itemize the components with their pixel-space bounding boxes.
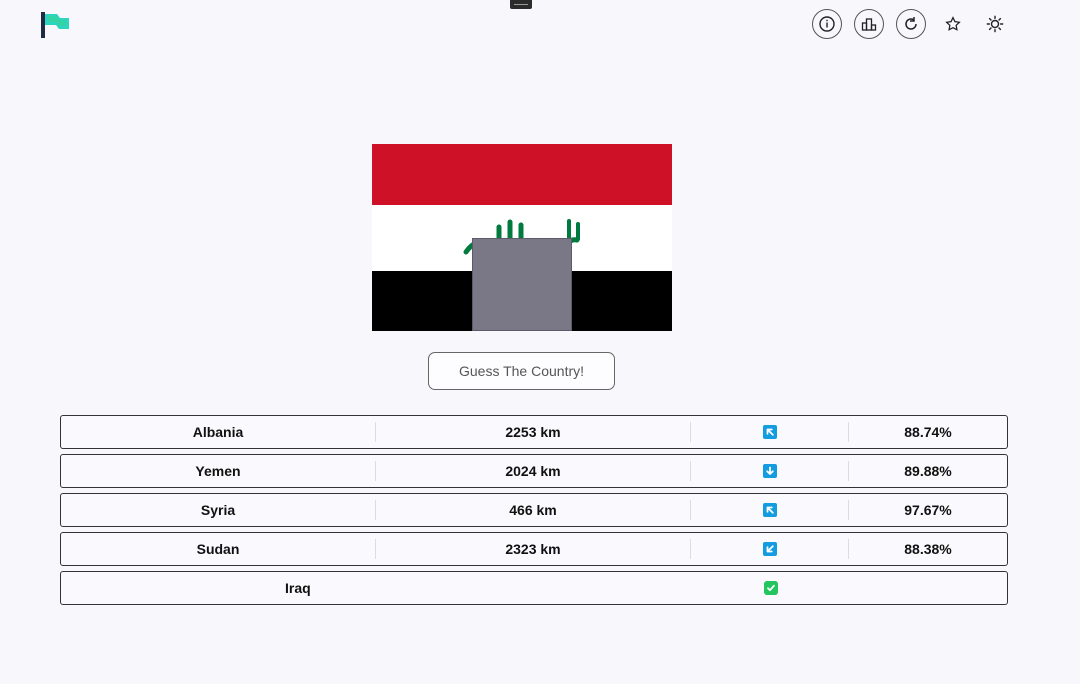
guess-country-name: Albania	[61, 422, 376, 442]
guess-distance: 2253 km	[376, 422, 691, 442]
guess-row-albania: Albania 2253 km 88.74%	[60, 415, 1008, 449]
flag-logo-icon[interactable]	[41, 12, 71, 38]
answer-row: Iraq	[60, 571, 1008, 605]
guess-country-button[interactable]: Guess The Country!	[428, 352, 615, 390]
guess-distance: 2323 km	[376, 539, 691, 559]
sun-icon[interactable]	[980, 9, 1010, 39]
guess-distance: 466 km	[376, 500, 691, 520]
guess-direction	[691, 422, 849, 442]
guess-direction	[691, 539, 849, 559]
guess-proximity: 88.38%	[904, 541, 952, 557]
guess-country-name: Syria	[61, 500, 376, 520]
country-flag-image	[372, 144, 672, 331]
down-arrow-icon	[762, 464, 777, 478]
guess-row-yemen: Yemen 2024 km 89.88%	[60, 454, 1008, 488]
guess-history: Albania 2253 km 88.74% Yemen 2024 km 89.…	[60, 415, 1008, 605]
flag-hidden-tile	[472, 238, 572, 331]
info-icon[interactable]	[812, 9, 842, 39]
guess-distance: 2024 km	[376, 461, 691, 481]
guess-direction	[691, 500, 849, 520]
guess-country-name: Sudan	[61, 539, 376, 559]
refresh-icon[interactable]	[896, 9, 926, 39]
check-icon	[764, 581, 778, 595]
guess-country-name: Yemen	[61, 461, 376, 481]
guess-row-syria: Syria 466 km 97.67%	[60, 493, 1008, 527]
guess-proximity: 97.67%	[904, 502, 952, 518]
header-actions	[812, 9, 1010, 39]
flag-red-stripe	[372, 144, 672, 205]
star-icon[interactable]	[938, 9, 968, 39]
guess-direction	[691, 461, 849, 481]
guess-proximity: 89.88%	[904, 463, 952, 479]
answer-country-name: Iraq	[285, 580, 311, 596]
down-left-arrow-icon	[762, 542, 777, 556]
up-left-arrow-icon	[762, 425, 777, 439]
guess-row-sudan: Sudan 2323 km 88.38%	[60, 532, 1008, 566]
leaderboard-icon[interactable]	[854, 9, 884, 39]
guess-proximity: 88.74%	[904, 424, 952, 440]
window-handle[interactable]	[510, 0, 532, 9]
up-left-arrow-icon	[762, 503, 777, 517]
